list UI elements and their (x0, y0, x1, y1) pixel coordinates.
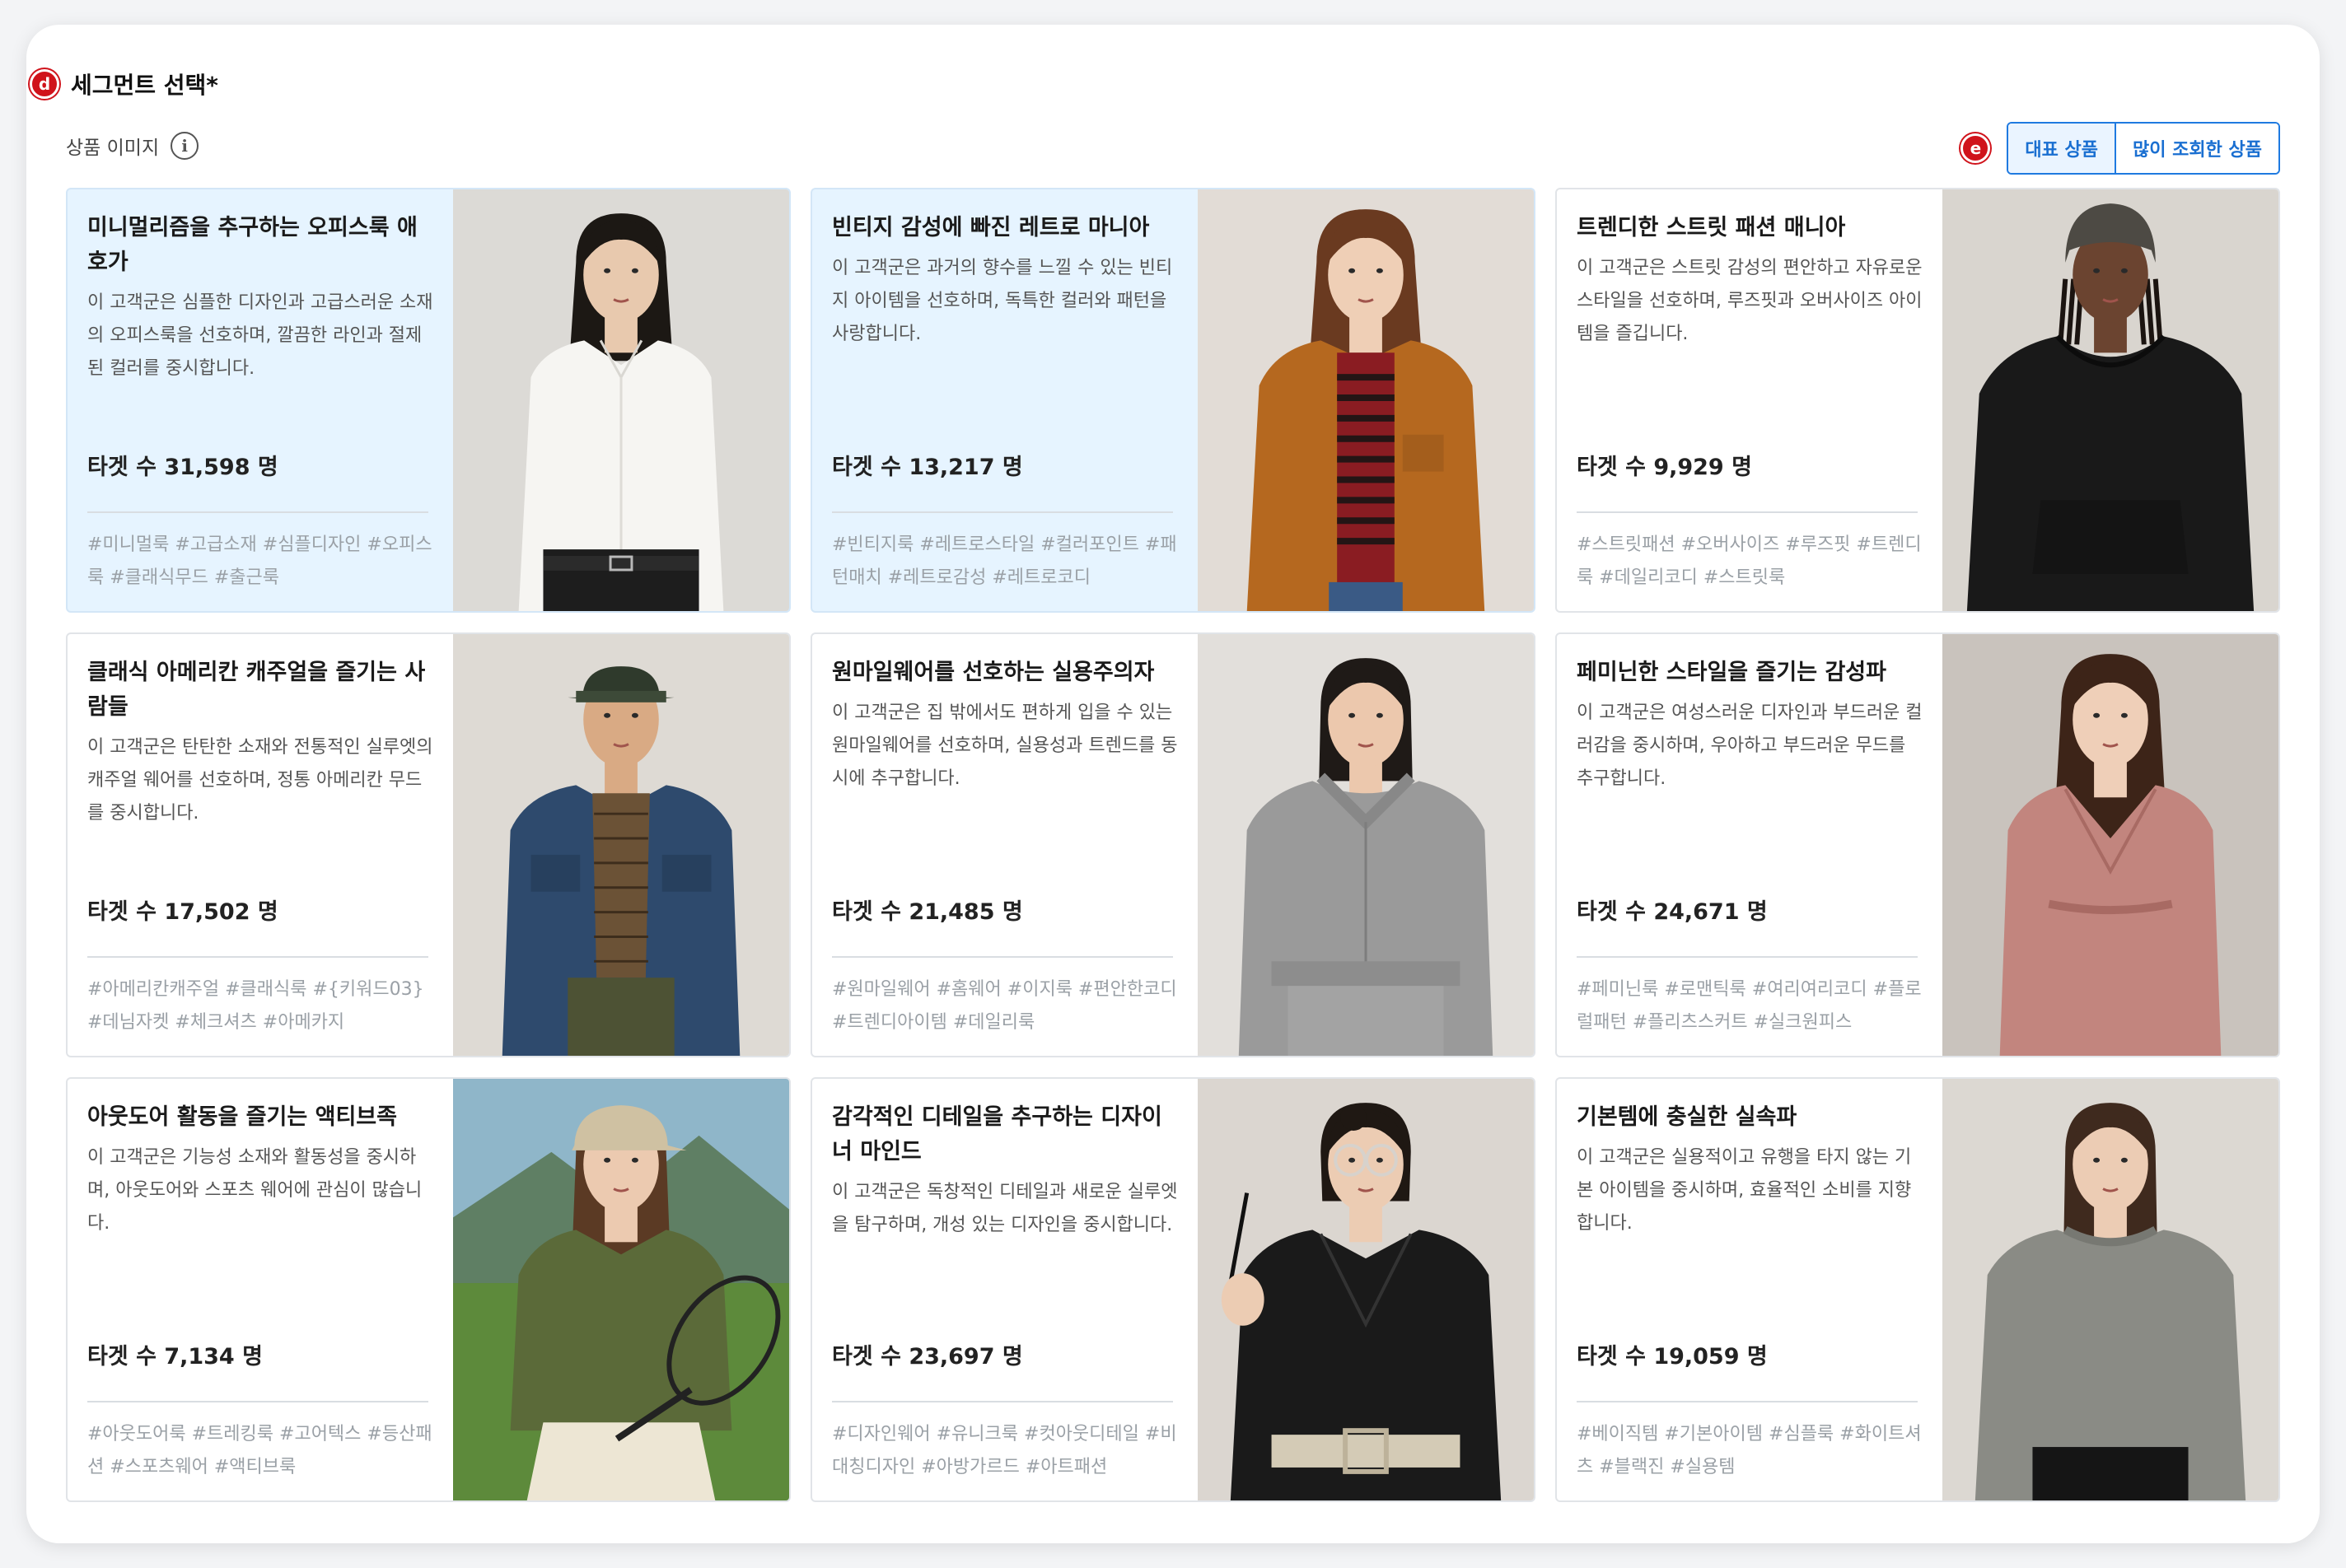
segment-description: 이 고객군은 기능성 소재와 활동성을 중시하며, 아웃도어와 스포츠 웨어에 … (87, 1147, 423, 1234)
divider (1577, 1401, 1918, 1402)
segment-tags: #아웃도어룩 #트레킹룩 #고어텍스 #등산패션 #스포츠웨어 #액티브룩 (87, 1424, 432, 1477)
segment-title: 클래식 아메리칸 캐주얼을 즐기는 사람들 (87, 660, 426, 720)
segment-card-text: 클래식 아메리칸 캐주얼을 즐기는 사람들 이 고객군은 탄탄한 소재와 전통적… (68, 634, 453, 1056)
segment-card[interactable]: 클래식 아메리칸 캐주얼을 즐기는 사람들 이 고객군은 탄탄한 소재와 전통적… (66, 632, 791, 1057)
representative-product-button[interactable]: 대표 상품 (2008, 124, 2115, 173)
most-viewed-product-button[interactable]: 많이 조회한 상품 (2115, 124, 2278, 173)
segment-card-text: 트렌디한 스트릿 패션 매니아 이 고객군은 스트릿 감성의 편안하고 자유로운… (1557, 189, 1942, 611)
segment-product-image (1198, 634, 1534, 1056)
divider (87, 956, 428, 958)
segment-product-image (1942, 1079, 2278, 1500)
product-toggle-area: e 대표 상품 많이 조회한 상품 (1960, 122, 2280, 175)
product-image-label: 상품 이미지 (66, 138, 160, 159)
segment-description: 이 고객군은 탄탄한 소재와 전통적인 실루엣의 캐주얼 웨어를 선호하며, 정… (87, 737, 433, 824)
segment-target-count: 타겟 수 9,929 명 (1577, 455, 1752, 480)
segment-title: 빈티지 감성에 빠진 레트로 마니아 (832, 215, 1150, 240)
segment-tags: #디자인웨어 #유니크룩 #컷아웃디테일 #비대칭디자인 #아방가르드 #아트패… (832, 1424, 1177, 1477)
segment-product-image (453, 1079, 789, 1500)
segment-description: 이 고객군은 집 밖에서도 편하게 입을 수 있는 원마일웨어를 선호하며, 실… (832, 702, 1178, 789)
segment-tags: #아메리칸캐주얼 #클래식룩 #{키워드03} #데님자켓 #체크셔츠 #아메카… (87, 979, 424, 1033)
segment-tags: #빈티지룩 #레트로스타일 #컬러포인트 #패턴매치 #레트로감성 #레트로코디 (832, 534, 1177, 588)
segment-card-text: 기본템에 충실한 실속파 이 고객군은 실용적이고 유행을 타지 않는 기본 아… (1557, 1079, 1942, 1500)
segment-card-text: 미니멀리즘을 추구하는 오피스룩 애호가 이 고객군은 심플한 디자인과 고급스… (68, 189, 453, 611)
segment-target-count: 타겟 수 31,598 명 (87, 455, 278, 480)
segment-product-image (1942, 634, 2278, 1056)
segment-target-count: 타겟 수 23,697 명 (832, 1344, 1023, 1370)
segment-target-count: 타겟 수 21,485 명 (832, 899, 1023, 925)
segment-product-image (453, 189, 789, 611)
segment-title: 아웃도어 활동을 즐기는 액티브족 (87, 1104, 397, 1130)
segment-panel: d 세그먼트 선택* 상품 이미지 i e 대표 상품 많이 조회한 상품 미니… (26, 25, 2320, 1543)
segment-tags: #스트릿패션 #오버사이즈 #루즈핏 #트렌디룩 #데일리코디 #스트릿룩 (1577, 534, 1922, 588)
segment-tags: #베이직템 #기본아이템 #심플룩 #화이트셔츠 #블랙진 #실용템 (1577, 1424, 1922, 1477)
annotation-badge-e: e (1960, 133, 1991, 163)
segment-target-count: 타겟 수 24,671 명 (1577, 899, 1768, 925)
divider (1577, 956, 1918, 958)
segment-tags: #미니멀룩 #고급소재 #심플디자인 #오피스룩 #클래식무드 #출근룩 (87, 534, 432, 588)
divider (832, 511, 1173, 513)
segment-product-image (1198, 1079, 1534, 1500)
segment-tags: #원마일웨어 #홈웨어 #이지룩 #편안한코디 #트렌디아이템 #데일리룩 (832, 979, 1177, 1033)
segment-tags: #페미닌룩 #로맨틱룩 #여리여리코디 #플로럴패턴 #플리츠스커트 #실크원피… (1577, 979, 1922, 1033)
segment-title: 미니멀리즘을 추구하는 오피스룩 애호가 (87, 215, 418, 275)
segment-description: 이 고객군은 심플한 디자인과 고급스러운 소재의 오피스룩을 선호하며, 깔끔… (87, 292, 433, 379)
section-title: 세그먼트 선택* (71, 72, 218, 99)
divider (87, 511, 428, 513)
segment-description: 이 고객군은 실용적이고 유행을 타지 않는 기본 아이템을 중시하며, 효율적… (1577, 1147, 1912, 1234)
info-icon[interactable]: i (171, 132, 199, 160)
segment-card[interactable]: 페미닌한 스타일을 즐기는 감성파 이 고객군은 여성스러운 디자인과 부드러운… (1555, 632, 2280, 1057)
segment-description: 이 고객군은 독창적인 디테일과 새로운 실루엣을 탐구하며, 개성 있는 디자… (832, 1182, 1178, 1235)
segment-product-image (1198, 189, 1534, 611)
segment-card[interactable]: 원마일웨어를 선호하는 실용주의자 이 고객군은 집 밖에서도 편하게 입을 수… (811, 632, 1535, 1057)
segment-card[interactable]: 감각적인 디테일을 추구하는 디자이너 마인드 이 고객군은 독창적인 디테일과… (811, 1077, 1535, 1502)
segment-title: 원마일웨어를 선호하는 실용주의자 (832, 660, 1155, 685)
segment-title: 트렌디한 스트릿 패션 매니아 (1577, 215, 1846, 240)
segment-card-text: 감각적인 디테일을 추구하는 디자이너 마인드 이 고객군은 독창적인 디테일과… (812, 1079, 1198, 1500)
segment-card[interactable]: 기본템에 충실한 실속파 이 고객군은 실용적이고 유행을 타지 않는 기본 아… (1555, 1077, 2280, 1502)
segment-card[interactable]: 아웃도어 활동을 즐기는 액티브족 이 고객군은 기능성 소재와 활동성을 중시… (66, 1077, 791, 1502)
segment-card-text: 원마일웨어를 선호하는 실용주의자 이 고객군은 집 밖에서도 편하게 입을 수… (812, 634, 1198, 1056)
segment-title: 기본템에 충실한 실속파 (1577, 1104, 1797, 1130)
product-image-label-row: 상품 이미지 i (66, 132, 199, 160)
annotation-badge-d: d (30, 69, 59, 99)
segment-card[interactable]: 미니멀리즘을 추구하는 오피스룩 애호가 이 고객군은 심플한 디자인과 고급스… (66, 188, 791, 613)
product-type-toggle: 대표 상품 많이 조회한 상품 (2007, 122, 2280, 175)
segment-target-count: 타겟 수 7,134 명 (87, 1344, 263, 1370)
segment-card-text: 아웃도어 활동을 즐기는 액티브족 이 고객군은 기능성 소재와 활동성을 중시… (68, 1079, 453, 1500)
segment-target-count: 타겟 수 17,502 명 (87, 899, 278, 925)
segment-grid: 미니멀리즘을 추구하는 오피스룩 애호가 이 고객군은 심플한 디자인과 고급스… (66, 188, 2280, 1502)
segment-product-image (1942, 189, 2278, 611)
divider (832, 1401, 1173, 1402)
segment-card-text: 페미닌한 스타일을 즐기는 감성파 이 고객군은 여성스러운 디자인과 부드러운… (1557, 634, 1942, 1056)
segment-card-text: 빈티지 감성에 빠진 레트로 마니아 이 고객군은 과거의 향수를 느낄 수 있… (812, 189, 1198, 611)
segment-card[interactable]: 빈티지 감성에 빠진 레트로 마니아 이 고객군은 과거의 향수를 느낄 수 있… (811, 188, 1535, 613)
divider (87, 1401, 428, 1402)
divider (832, 956, 1173, 958)
divider (1577, 511, 1918, 513)
segment-title: 페미닌한 스타일을 즐기는 감성파 (1577, 660, 1886, 685)
section-header: d 세그먼트 선택* (30, 68, 218, 100)
segment-target-count: 타겟 수 19,059 명 (1577, 1344, 1768, 1370)
segment-title: 감각적인 디테일을 추구하는 디자이너 마인드 (832, 1104, 1162, 1164)
segment-description: 이 고객군은 과거의 향수를 느낄 수 있는 빈티지 아이템을 선호하며, 독특… (832, 258, 1173, 344)
segment-target-count: 타겟 수 13,217 명 (832, 455, 1023, 480)
segment-description: 이 고객군은 여성스러운 디자인과 부드러운 컬러감을 중시하며, 우아하고 부… (1577, 702, 1923, 789)
segment-description: 이 고객군은 스트릿 감성의 편안하고 자유로운 스타일을 선호하며, 루즈핏과… (1577, 258, 1923, 344)
segment-product-image (453, 634, 789, 1056)
segment-card[interactable]: 트렌디한 스트릿 패션 매니아 이 고객군은 스트릿 감성의 편안하고 자유로운… (1555, 188, 2280, 613)
